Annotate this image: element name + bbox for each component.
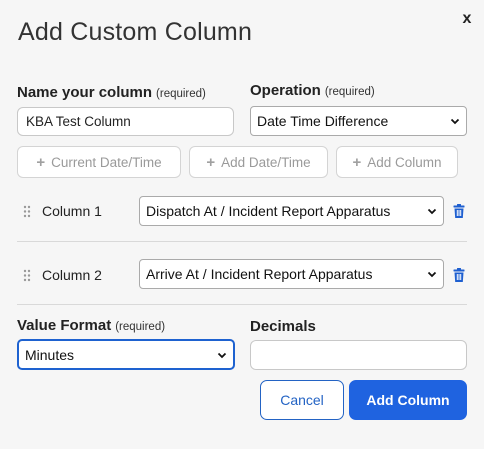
current-datetime-button[interactable]: + Current Date/Time <box>17 146 181 178</box>
chevron-down-icon <box>217 352 227 358</box>
name-label: Name your column (required) <box>17 84 206 101</box>
decimals-input[interactable] <box>250 340 467 370</box>
divider <box>17 241 467 242</box>
drag-handle-icon[interactable] <box>23 205 31 218</box>
column-name-input[interactable]: KBA Test Column <box>17 107 234 136</box>
value-format-required: (required) <box>115 321 166 333</box>
decimals-label: Decimals <box>250 318 316 335</box>
column-2-select[interactable]: Arrive At / Incident Report Apparatus <box>139 259 444 289</box>
plus-icon: + <box>206 153 216 171</box>
operation-select[interactable]: Date Time Difference <box>250 106 467 136</box>
add-datetime-label: Add Date/Time <box>221 154 311 170</box>
column-2-label: Column 2 <box>42 267 102 283</box>
divider <box>17 304 467 305</box>
add-datetime-button[interactable]: + Add Date/Time <box>189 146 328 178</box>
cancel-button[interactable]: Cancel <box>260 380 344 420</box>
chevron-down-icon <box>450 118 460 125</box>
add-column-chip-label: Add Column <box>367 154 442 170</box>
value-format-select[interactable]: Minutes <box>17 339 235 370</box>
plus-icon: + <box>352 153 362 171</box>
operation-label-text: Operation <box>250 82 321 99</box>
column-name-value: KBA Test Column <box>26 114 131 129</box>
column-2-value: Arrive At / Incident Report Apparatus <box>146 266 373 282</box>
current-datetime-label: Current Date/Time <box>51 154 162 170</box>
trash-icon[interactable] <box>453 268 465 282</box>
value-format-value: Minutes <box>25 346 75 363</box>
column-1-label: Column 1 <box>42 203 102 219</box>
trash-icon[interactable] <box>453 204 465 218</box>
operation-required: (required) <box>324 86 375 98</box>
column-1-select[interactable]: Dispatch At / Incident Report Apparatus <box>139 196 444 226</box>
plus-icon: + <box>36 153 46 171</box>
name-label-text: Name your column <box>17 84 153 101</box>
value-format-label: Value Format (required) <box>17 317 165 334</box>
value-format-label-text: Value Format <box>17 317 112 334</box>
chevron-down-icon <box>427 208 437 215</box>
name-required: (required) <box>156 88 206 100</box>
drag-handle-icon[interactable] <box>23 269 31 282</box>
chevron-down-icon <box>427 271 437 278</box>
close-button[interactable]: x <box>459 9 475 29</box>
dialog-title: Add Custom Column <box>18 18 253 46</box>
operation-label: Operation (required) <box>250 82 375 99</box>
column-1-value: Dispatch At / Incident Report Apparatus <box>146 203 391 219</box>
operation-value: Date Time Difference <box>257 113 389 129</box>
add-column-button[interactable]: Add Column <box>349 380 467 420</box>
add-column-chip-button[interactable]: + Add Column <box>336 146 458 178</box>
